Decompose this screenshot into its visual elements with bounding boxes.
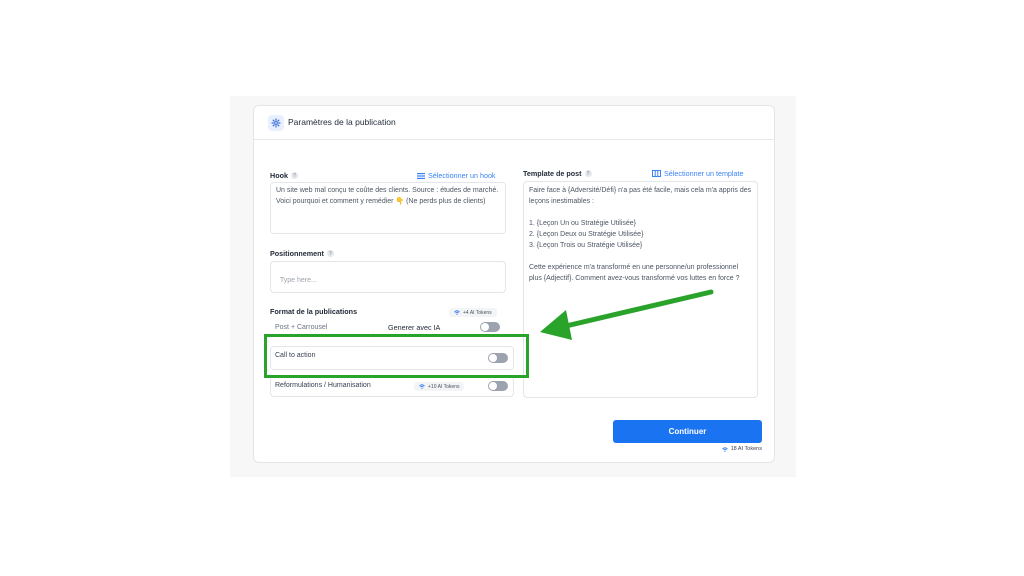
annotation-arrow — [540, 289, 714, 340]
